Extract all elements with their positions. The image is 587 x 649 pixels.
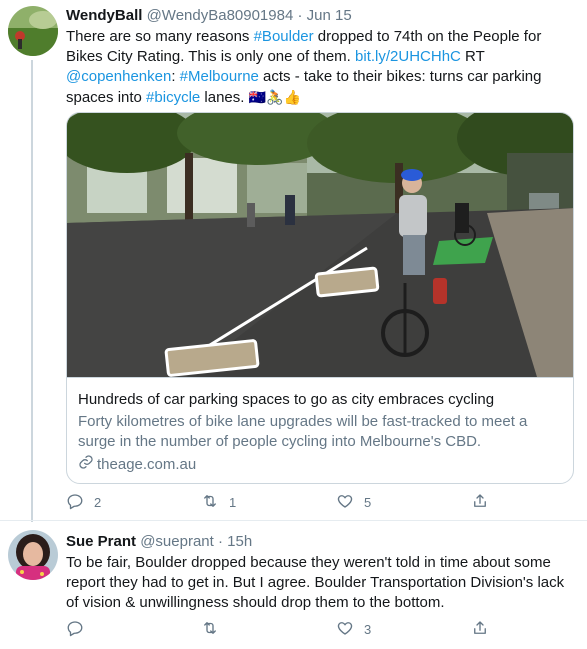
card-body[interactable]: Hundreds of car parking spaces to go as … [67, 377, 573, 483]
thread-line [31, 60, 33, 522]
text-segment: RT [460, 48, 485, 65]
retweet-icon [201, 619, 219, 640]
tweet-text: There are so many reasons #Boulder dropp… [66, 27, 575, 108]
mention-link[interactable]: @copenhenken [66, 68, 171, 85]
share-button[interactable] [471, 490, 489, 514]
link-card[interactable]: Hundreds of car parking spaces to go as … [66, 112, 574, 484]
action-bar: 3 [66, 617, 506, 641]
hashtag-link[interactable]: #bicycle [146, 89, 200, 106]
user-handle[interactable]: @WendyBa80901984 [147, 7, 294, 24]
text-segment: : [171, 68, 180, 85]
card-domain: theage.com.au [78, 454, 564, 476]
url-link[interactable]: bit.ly/2UHCHhC [355, 48, 461, 65]
action-bar: 2 1 5 [66, 490, 506, 514]
display-name[interactable]: Sue Prant [66, 533, 136, 550]
reply-button[interactable] [66, 617, 94, 641]
card-domain-text: theage.com.au [97, 456, 197, 473]
link-icon [78, 454, 94, 476]
share-button[interactable] [471, 617, 489, 641]
like-button[interactable]: 3 [336, 617, 371, 641]
reply-count: 2 [94, 494, 102, 510]
card-title: Hundreds of car parking spaces to go as … [78, 391, 495, 408]
avatar[interactable] [8, 6, 58, 56]
like-count: 5 [364, 494, 372, 510]
tweet[interactable]: Sue Prant @sueprant · 15h To be fair, Bo… [0, 522, 587, 649]
hashtag-link[interactable]: #Boulder [254, 28, 314, 45]
retweet-count: 1 [229, 494, 237, 510]
separator-dot: · [217, 533, 223, 550]
share-icon [471, 492, 489, 513]
card-image[interactable] [67, 113, 573, 377]
like-button[interactable]: 5 [336, 490, 371, 514]
retweet-button[interactable] [201, 617, 229, 641]
retweet-icon [201, 492, 219, 513]
user-handle[interactable]: @sueprant [140, 533, 214, 550]
like-icon [336, 619, 354, 640]
reply-icon [66, 619, 84, 640]
like-icon [336, 492, 354, 513]
reply-button[interactable]: 2 [66, 490, 101, 514]
text-segment: lanes. [200, 89, 249, 106]
tweet-header: Sue Prant @sueprant · 15h [66, 532, 575, 552]
retweet-button[interactable]: 1 [201, 490, 236, 514]
tweet-divider [0, 520, 587, 521]
emoji-group: 🇦🇺🚴👍 [248, 89, 301, 105]
reply-icon [66, 492, 84, 513]
avatar[interactable] [8, 530, 58, 580]
tweet-text: To be fair, Boulder dropped because they… [66, 554, 565, 611]
share-icon [471, 619, 489, 640]
tweet-header: WendyBall @WendyBa80901984 · Jun 15 [66, 6, 575, 26]
text-segment: There are so many reasons [66, 28, 254, 45]
separator-dot: · [297, 7, 303, 24]
display-name[interactable]: WendyBall [66, 7, 142, 24]
card-description: Forty kilometres of bike lane upgrades w… [78, 413, 528, 450]
like-count: 3 [364, 621, 372, 637]
timestamp[interactable]: Jun 15 [307, 7, 352, 24]
tweet[interactable]: WendyBall @WendyBa80901984 · Jun 15 Ther… [0, 0, 587, 522]
timestamp[interactable]: 15h [227, 533, 252, 550]
hashtag-link[interactable]: #Melbourne [180, 68, 259, 85]
